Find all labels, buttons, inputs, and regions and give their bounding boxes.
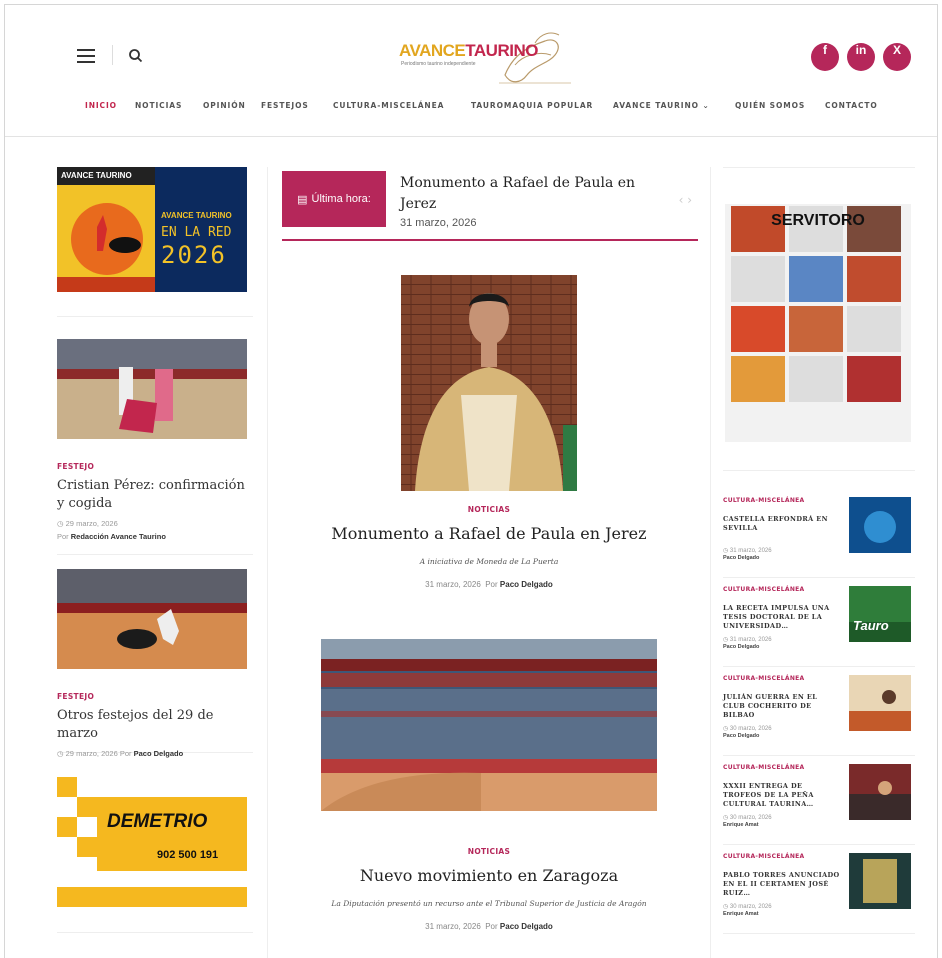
item-category: CULTURA-MISCELÁNEA xyxy=(723,675,805,682)
list-item[interactable]: CULTURA-MISCELÁNEA LA RECETA IMPULSA UNA… xyxy=(723,578,915,667)
site-header: AVANCETAURINO Periodismo taurino indepen… xyxy=(5,5,937,137)
item-date: ◷ 31 marzo, 2026 xyxy=(723,637,772,643)
article-category: NOTICIAS xyxy=(467,847,511,856)
article-meta: 31 marzo, 2026 Por Paco Delgado xyxy=(425,922,553,931)
article-excerpt: La Diputación presentó un recurso ante e… xyxy=(331,899,647,908)
ad-phone: 902 500 191 xyxy=(157,849,219,861)
item-category: CULTURA-MISCELÁNEA xyxy=(723,853,805,860)
post-date: ◷ 29 marzo, 2026 xyxy=(57,519,118,528)
item-date: ◷ 30 marzo, 2026 xyxy=(723,726,772,732)
logo-tagline: Periodismo taurino independiente xyxy=(401,61,476,67)
post-image[interactable] xyxy=(57,339,247,439)
post-author: Por Redacción Avance Taurino xyxy=(57,532,166,541)
site-logo[interactable]: AVANCETAURINO Periodismo taurino indepen… xyxy=(395,25,575,89)
item-author: Enrique Amat xyxy=(723,911,759,917)
banner-year: 2026 xyxy=(161,241,227,269)
left-sidebar: AVANCE TAURINO AVANCE TAURINO EN LA RED … xyxy=(57,167,253,933)
item-thumbnail[interactable] xyxy=(849,764,911,820)
post-card[interactable]: FESTEJO Cristian Pérez: confirmación y c… xyxy=(57,317,253,555)
nav-item-opinion[interactable]: OPINIÓN xyxy=(203,101,246,110)
divider xyxy=(112,45,113,65)
nav-item-noticias[interactable]: NOTICIAS xyxy=(135,101,182,110)
list-item[interactable]: CULTURA-MISCELÁNEA CASTELLA ERFONDRÁ EN … xyxy=(723,489,915,578)
article: NOTICIAS Monumento a Rafael de Paula en … xyxy=(268,275,710,589)
article-excerpt: A iniciativa de Moneda de La Puerta xyxy=(419,557,559,566)
nav-item-inicio[interactable]: INICIO xyxy=(85,101,117,110)
item-title[interactable]: JULIÁN GUERRA EN EL CLUB COCHERITO DE BI… xyxy=(723,693,841,720)
article: NOTICIAS Nuevo movimiento en Zaragoza La… xyxy=(268,639,710,931)
search-icon[interactable] xyxy=(127,47,145,65)
item-category: CULTURA-MISCELÁNEA xyxy=(723,586,805,593)
nav-item-avance-taurino[interactable]: AVANCE TAURINO ⌄ xyxy=(613,101,710,110)
list-item[interactable]: CULTURA-MISCELÁNEA PABLO TORRES ANUNCIAD… xyxy=(723,845,915,934)
article-category: NOTICIAS xyxy=(467,505,511,514)
item-author: Paco Delgado xyxy=(723,644,760,650)
linkedin-icon[interactable]: in xyxy=(847,43,875,71)
banner-avance-taurino[interactable]: AVANCE TAURINO AVANCE TAURINO EN LA RED … xyxy=(57,167,253,317)
item-category: CULTURA-MISCELÁNEA xyxy=(723,764,805,771)
banner-text-1: AVANCE TAURINO xyxy=(161,211,232,220)
item-author: Paco Delgado xyxy=(723,555,760,561)
servitoro-ad[interactable]: SERVITORO xyxy=(723,167,915,471)
thumb-text: Tauro xyxy=(853,618,889,633)
post-title[interactable]: Otros festejos del 29 de marzo xyxy=(57,707,253,743)
item-title[interactable]: CASTELLA ERFONDRÁ EN SEVILLA xyxy=(723,515,841,533)
list-item[interactable]: CULTURA-MISCELÁNEA XXXII ENTREGA DE TROF… xyxy=(723,756,915,845)
banner-top-text: AVANCE TAURINO xyxy=(61,171,132,180)
logo-text: AVANCETAURINO xyxy=(399,41,538,60)
post-image[interactable] xyxy=(57,569,247,669)
item-title[interactable]: LA RECETA IMPULSA UNA TESIS DOCTORAL DE … xyxy=(723,604,841,631)
item-thumbnail[interactable] xyxy=(849,675,911,731)
article-title[interactable]: Nuevo movimiento en Zaragoza xyxy=(268,866,710,885)
item-category: CULTURA-MISCELÁNEA xyxy=(723,497,805,504)
item-thumbnail[interactable] xyxy=(849,586,911,642)
main-content: ▤ Última hora: Monumento a Rafael de Paul… xyxy=(267,167,711,958)
item-author: Paco Delgado xyxy=(723,733,760,739)
item-date: ◷ 30 marzo, 2026 xyxy=(723,904,772,910)
facebook-icon[interactable]: f xyxy=(811,43,839,71)
chevron-down-icon: ⌄ xyxy=(702,101,710,110)
ticker-date: 31 marzo, 2026 xyxy=(400,217,477,229)
breaking-label: ▤ Última hora: xyxy=(282,171,386,227)
nav-item-cultura[interactable]: CULTURA-MISCELÁNEA xyxy=(333,101,444,110)
page: AVANCETAURINO Periodismo taurino indepen… xyxy=(4,4,938,958)
post-category: FESTEJO xyxy=(57,462,95,471)
nav-item-festejos[interactable]: FESTEJOS xyxy=(261,101,309,110)
nav-item-tauromaquia[interactable]: TAUROMAQUIA POPULAR xyxy=(471,101,593,110)
post-category: FESTEJO xyxy=(57,692,95,701)
list-icon: ▤ xyxy=(297,193,308,206)
nav-item-quienes-somos[interactable]: QUIÉN SOMOS xyxy=(735,101,805,110)
article-meta: 31 marzo, 2026 Por Paco Delgado xyxy=(425,580,553,589)
article-image[interactable] xyxy=(321,639,657,811)
ad-demetrio[interactable]: DEMETRIO 902 500 191 xyxy=(57,753,253,933)
ticker-arrows-icon[interactable]: ‹ › xyxy=(679,193,692,207)
post-card[interactable]: FESTEJO Otros festejos del 29 de marzo ◷… xyxy=(57,555,253,758)
item-thumbnail[interactable] xyxy=(849,497,911,553)
banner-text-2: EN LA RED xyxy=(161,225,232,240)
nav-item-contacto[interactable]: CONTACTO xyxy=(825,101,878,110)
item-date: ◷ 30 marzo, 2026 xyxy=(723,815,772,821)
article-title[interactable]: Monumento a Rafael de Paula en Jerez xyxy=(268,524,710,543)
list-item[interactable]: CULTURA-MISCELÁNEA JULIÁN GUERRA EN EL C… xyxy=(723,667,915,756)
item-title[interactable]: PABLO TORRES ANUNCIADO EN EL II CERTAMEN… xyxy=(723,871,841,898)
menu-icon[interactable] xyxy=(75,45,97,67)
x-twitter-icon[interactable]: X xyxy=(883,43,911,71)
item-thumbnail[interactable] xyxy=(849,853,911,909)
article-image[interactable] xyxy=(401,275,577,491)
ad-title: DEMETRIO xyxy=(107,811,208,832)
right-sidebar: SERVITORO CULTURA-MISCELÁNEA CASTELLA ER… xyxy=(723,167,915,934)
item-author: Enrique Amat xyxy=(723,822,759,828)
servitoro-title: SERVITORO xyxy=(771,212,865,229)
main-nav: INICIO NOTICIAS OPINIÓN FESTEJOS CULTURA… xyxy=(5,101,937,121)
item-title[interactable]: XXXII ENTREGA DE TROFEOS DE LA PEÑA CULT… xyxy=(723,782,841,809)
ticker-title[interactable]: Monumento a Rafael de Paula en Jerez xyxy=(400,173,660,215)
breaking-news-ticker: ▤ Última hora: Monumento a Rafael de Paul… xyxy=(282,171,698,241)
item-date: ◷ 31 marzo, 2026 xyxy=(723,548,772,554)
post-title[interactable]: Cristian Pérez: confirmación y cogida xyxy=(57,477,253,513)
